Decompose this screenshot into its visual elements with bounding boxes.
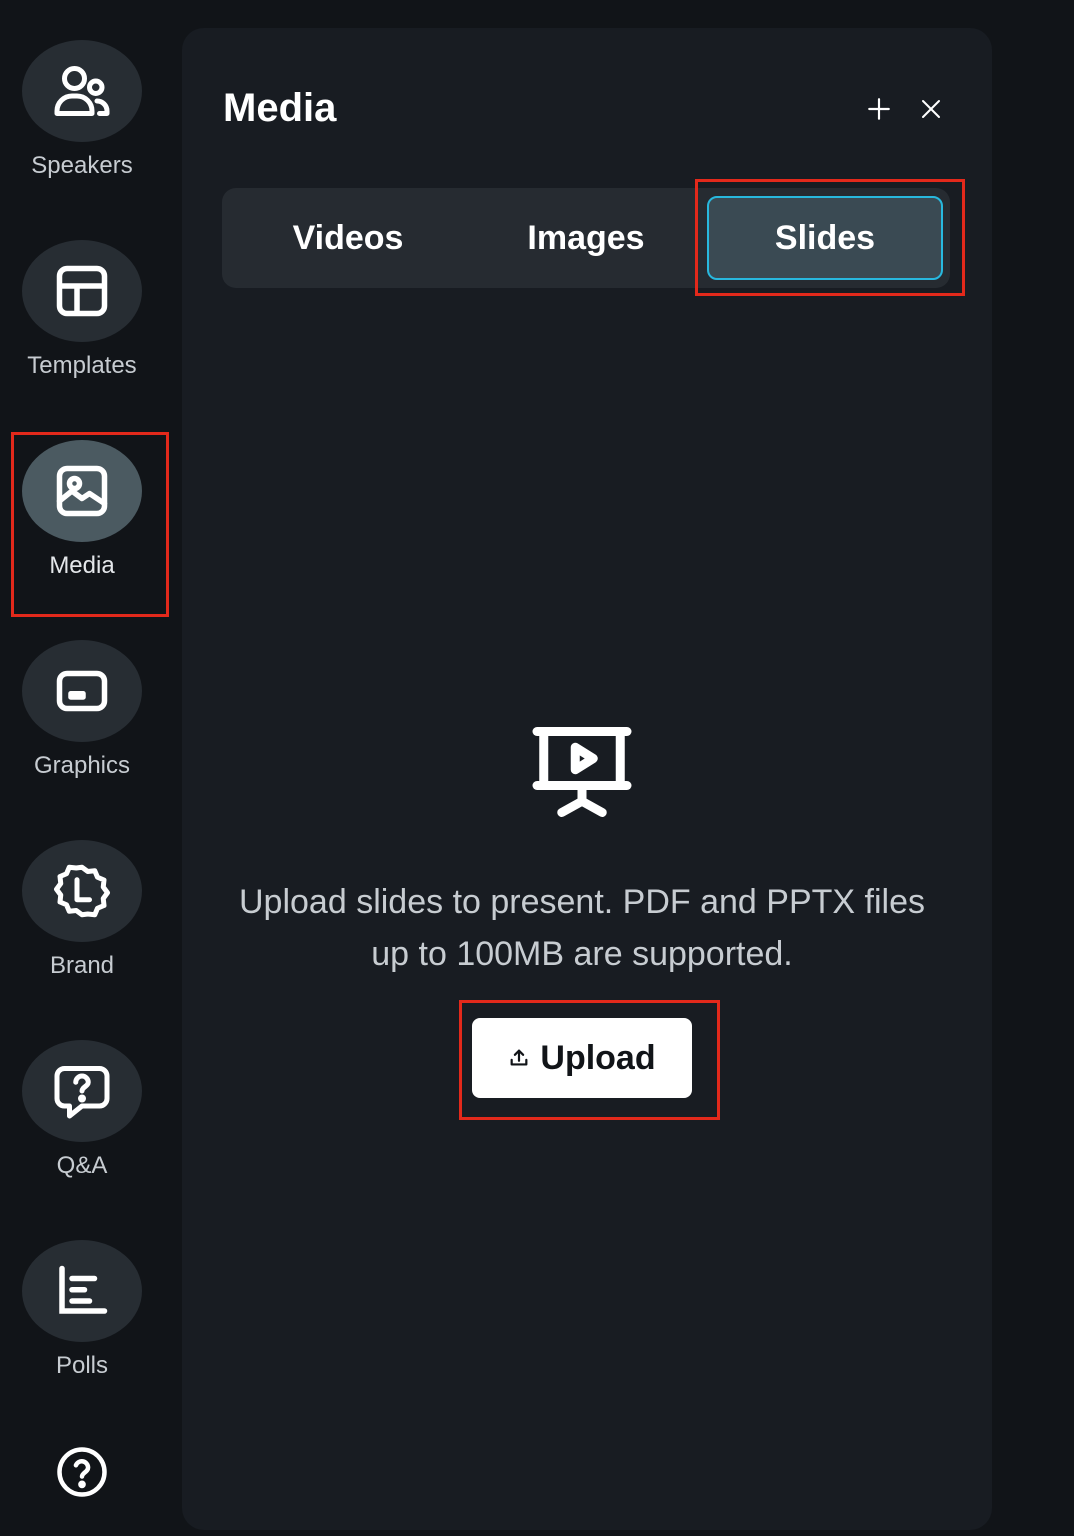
- sidebar-item-label: Polls: [55, 1352, 109, 1379]
- sidebar-item-label: Media: [49, 552, 115, 579]
- sidebar-item-brand[interactable]: Brand: [0, 800, 164, 980]
- layout-icon: [56, 265, 108, 317]
- image-icon: [56, 465, 108, 517]
- close-icon: [922, 100, 940, 118]
- sidebar-item-label: Graphics: [33, 752, 131, 779]
- media-tabs: Videos Images Slides: [222, 188, 950, 288]
- sidebar-item-media-circle[interactable]: [22, 440, 142, 542]
- empty-state-text: Upload slides to present. PDF and PPTX f…: [239, 883, 925, 973]
- sidebar-item-speakers[interactable]: Speakers: [0, 0, 164, 180]
- brand-badge-icon: [54, 864, 110, 918]
- help-circle-icon: [57, 1447, 107, 1497]
- presentation-icon: [532, 727, 632, 817]
- add-button[interactable]: [864, 94, 894, 124]
- sidebar-item-brand-circle[interactable]: [22, 840, 142, 942]
- sidebar-item-templates[interactable]: Templates: [0, 200, 164, 380]
- sidebar-item-qa-circle[interactable]: [22, 1040, 142, 1142]
- plus-icon: [868, 98, 890, 120]
- graphics-icon: [56, 670, 108, 712]
- sidebar-item-graphics[interactable]: Graphics: [0, 600, 164, 780]
- sidebar-item-label: Speakers: [31, 152, 133, 179]
- tab-videos[interactable]: Videos: [230, 196, 466, 280]
- sidebar-item-polls[interactable]: Polls: [0, 1200, 164, 1380]
- upload-button[interactable]: Upload: [472, 1018, 692, 1098]
- sidebar-item-templates-circle[interactable]: [22, 240, 142, 342]
- sidebar-item-media[interactable]: Media: [0, 400, 164, 580]
- sidebar-item-graphics-circle[interactable]: [22, 640, 142, 742]
- panel-actions: [864, 94, 946, 124]
- help-button[interactable]: [55, 1445, 109, 1499]
- panel-title: Media: [223, 86, 337, 130]
- sidebar-item-label: Q&A: [56, 1152, 108, 1179]
- sidebar-item-label: Brand: [49, 952, 115, 979]
- chart-icon: [59, 1265, 108, 1314]
- sidebar-item-qa[interactable]: Q&A: [0, 1000, 164, 1180]
- upload-button-label: Upload: [540, 1038, 656, 1077]
- media-panel: Media Videos Images Slides Upload slides…: [182, 28, 992, 1530]
- question-chat-icon: [54, 1066, 110, 1119]
- sidebar: Speakers Templates Media Graphics Brand …: [0, 0, 164, 1536]
- app-root: Speakers Templates Media Graphics Brand …: [0, 0, 1074, 1536]
- close-button[interactable]: [916, 94, 946, 124]
- users-icon: [54, 66, 110, 116]
- upload-icon: [510, 1049, 528, 1066]
- sidebar-item-label: Templates: [27, 352, 137, 379]
- tab-images[interactable]: Images: [468, 196, 704, 280]
- sidebar-item-speakers-circle[interactable]: [22, 40, 142, 142]
- tab-slides[interactable]: Slides: [707, 196, 943, 280]
- sidebar-item-polls-circle[interactable]: [22, 1240, 142, 1342]
